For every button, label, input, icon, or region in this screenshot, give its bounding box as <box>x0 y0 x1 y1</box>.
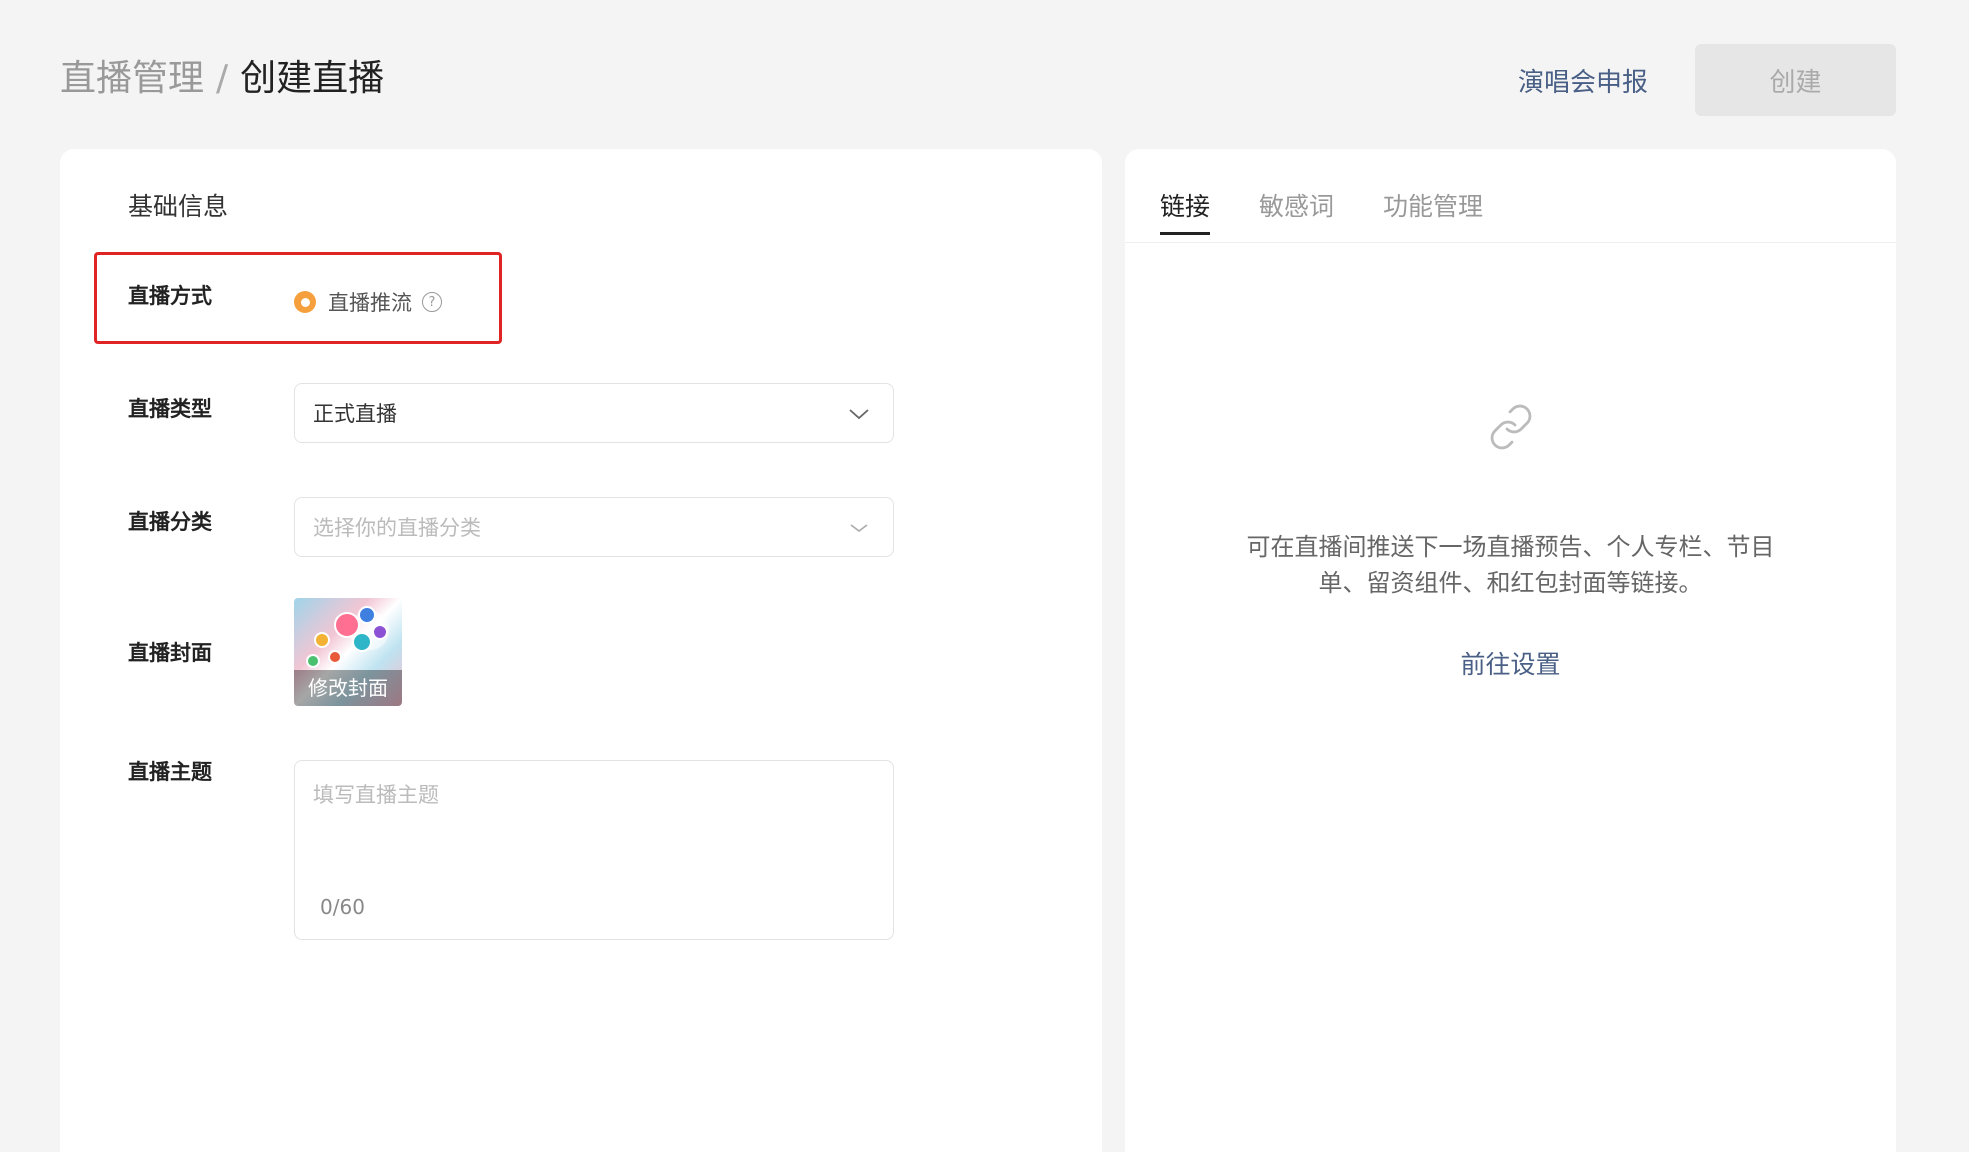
tab-sensitive-words[interactable]: 敏感词 <box>1259 187 1334 223</box>
method-label: 直播方式 <box>128 284 212 308</box>
goto-settings-link[interactable]: 前往设置 <box>1125 645 1896 681</box>
page: 直播管理 / 创建直播 演唱会申报 创建 基础信息 直播方式 直播推流 ? 直播类型… <box>0 0 1969 1152</box>
type-select[interactable]: 正式直播 <box>294 383 894 443</box>
empty-state-text: 可在直播间推送下一场直播预告、个人专栏、节目单、留资组件、和红包封面等链接。 <box>1246 533 1775 597</box>
cover-bubble <box>328 650 342 664</box>
basic-info-card: 基础信息 直播方式 直播推流 ? 直播类型 正式直播 直播分类 选择你的直播分类… <box>60 149 1102 1152</box>
topic-label: 直播主题 <box>128 760 212 784</box>
cover-bubble <box>306 654 320 668</box>
topic-char-counter: 0/60 <box>320 895 365 919</box>
cover-bubble <box>358 606 376 624</box>
topic-textarea[interactable]: 填写直播主题 0/60 <box>294 760 894 940</box>
tab-feature-management[interactable]: 功能管理 <box>1383 187 1483 223</box>
type-label: 直播类型 <box>128 397 212 421</box>
breadcrumb: 直播管理 / 创建直播 <box>60 54 384 104</box>
type-select-value: 正式直播 <box>313 402 397 426</box>
help-icon[interactable]: ? <box>422 292 442 312</box>
panel-tabs: 链接 敏感词 功能管理 <box>1125 149 1896 243</box>
method-radio-label: 直播推流 <box>328 291 412 315</box>
method-radio-option[interactable]: 直播推流 ? <box>294 287 442 317</box>
create-button[interactable]: 创建 <box>1695 44 1896 116</box>
cover-bubble <box>372 624 388 640</box>
cover-label: 直播封面 <box>128 641 212 665</box>
topic-placeholder: 填写直播主题 <box>313 783 439 807</box>
breadcrumb-current: 创建直播 <box>240 58 385 99</box>
page-header: 直播管理 / 创建直播 演唱会申报 创建 <box>60 44 1896 116</box>
link-icon <box>1490 404 1532 450</box>
cover-image[interactable]: 修改封面 <box>294 598 402 706</box>
change-cover-label[interactable]: 修改封面 <box>294 670 402 706</box>
chevron-down-icon <box>850 524 868 532</box>
tab-links[interactable]: 链接 <box>1160 187 1211 235</box>
category-select-placeholder: 选择你的直播分类 <box>313 516 481 540</box>
method-radio[interactable] <box>294 291 316 313</box>
category-select[interactable]: 选择你的直播分类 <box>294 497 894 557</box>
cover-bubble <box>314 632 330 648</box>
concert-report-link[interactable]: 演唱会申报 <box>1518 62 1648 99</box>
side-panel: 链接 敏感词 功能管理 可在直播间推送下一场直播预告、个人专栏、节目单、留资组件… <box>1125 149 1896 1152</box>
section-title: 基础信息 <box>128 192 229 221</box>
category-label: 直播分类 <box>128 510 212 534</box>
chevron-down-icon <box>849 409 869 420</box>
breadcrumb-parent[interactable]: 直播管理 <box>60 58 204 99</box>
breadcrumb-separator: / <box>216 58 229 99</box>
cover-bubble <box>352 632 372 652</box>
